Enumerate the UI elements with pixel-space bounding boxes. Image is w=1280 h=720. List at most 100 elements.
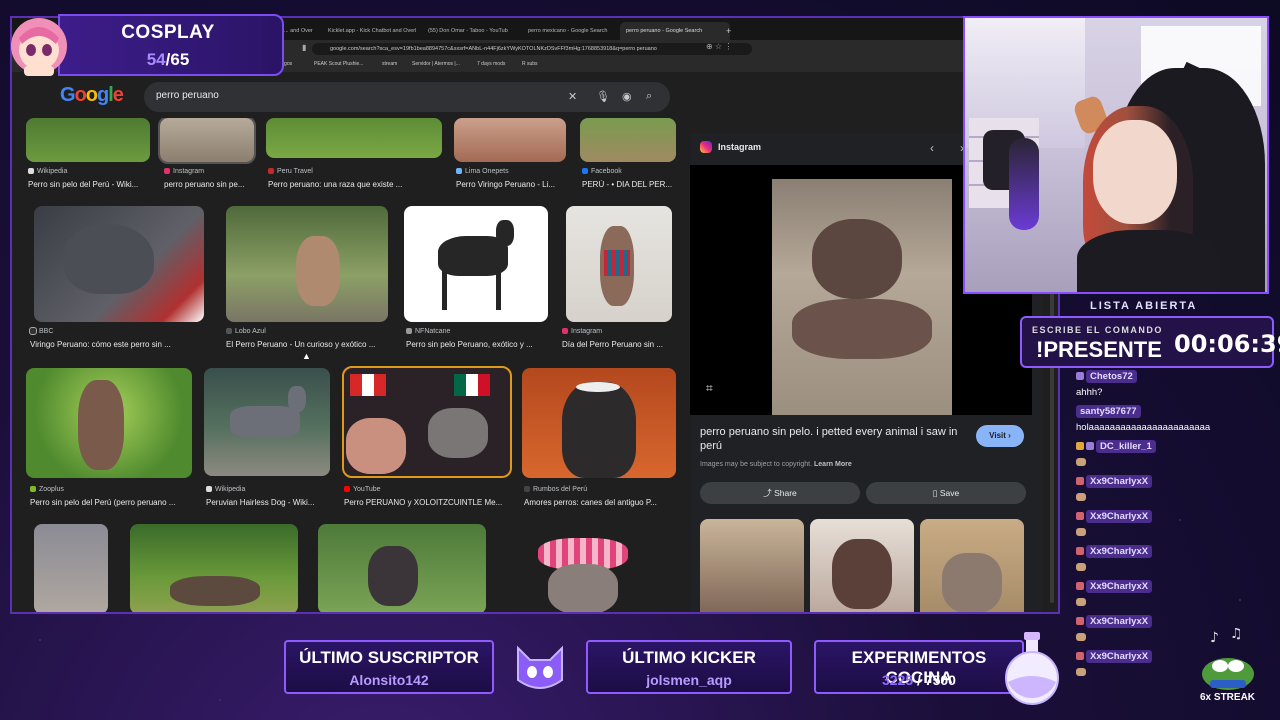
svg-text:♫: ♫: [1230, 628, 1243, 642]
chat-username: Xx9CharlyxX: [1086, 510, 1153, 523]
search-input[interactable]: perro peruano ✕ 🎙 ◉ ⌕: [144, 82, 670, 112]
result-image[interactable]: [454, 118, 566, 162]
result-source: Instagram: [164, 168, 204, 175]
result-image[interactable]: [26, 118, 150, 162]
result-title[interactable]: Perro PERUANO y XOLOITZCUINTLE Me...: [344, 498, 519, 507]
browser-tab[interactable]: perro mexicano - Google Search: [522, 22, 629, 40]
visit-button[interactable]: Visit ›: [976, 425, 1024, 447]
instagram-icon: [700, 141, 712, 153]
browser-tab[interactable]: Kicklet.app - Kick Chatbot and Overl: [322, 22, 429, 40]
logo-letter: o: [85, 84, 98, 106]
result-image[interactable]: [34, 206, 204, 322]
google-logo[interactable]: Google: [60, 84, 124, 107]
result-title[interactable]: Perro sin pelo del Perú (perro peruano .…: [30, 498, 205, 507]
result-image[interactable]: [34, 524, 108, 612]
extensions-icons[interactable]: ⊕ ☆ ⋮: [706, 42, 732, 51]
related-image[interactable]: [810, 519, 914, 612]
browser-tab-active[interactable]: perro peruano - Google Search: [620, 22, 730, 40]
potion-flask-icon: [1005, 632, 1059, 705]
result-title[interactable]: Perro Viringo Peruano - Li...: [456, 180, 568, 189]
result-title[interactable]: El Perro Peruano - Un curioso y exótico …: [226, 340, 401, 349]
command-box: ESCRIBE EL COMANDO !PRESENTE 00:06:39: [1020, 316, 1280, 368]
result-image[interactable]: [404, 206, 548, 322]
result-title[interactable]: perro peruano sin pe...: [164, 180, 254, 189]
result-image[interactable]: [130, 524, 298, 612]
result-title[interactable]: Amores perros: canes del antiguo P...: [524, 498, 674, 507]
address-bar[interactable]: google.com/search?sca_esv=19fb1bea889475…: [312, 43, 752, 55]
result-image[interactable]: [522, 368, 676, 478]
search-query[interactable]: perro peruano: [156, 90, 219, 101]
result-image[interactable]: [580, 118, 676, 162]
result-image[interactable]: [504, 524, 674, 612]
voice-search-icon[interactable]: 🎙: [596, 90, 610, 103]
chat-username: Xx9CharlyxX: [1086, 545, 1153, 558]
streak-widget: ♪ ♫ 6x STREAK: [1196, 626, 1266, 708]
emote-icon: [1076, 528, 1086, 536]
bookmark-item[interactable]: R subs: [522, 61, 538, 67]
chat-emote: [1076, 598, 1086, 609]
result-title[interactable]: Viringo Peruano: cómo este perro sin ...: [30, 340, 205, 349]
last-subscriber-panel: ÚLTIMO SUSCRIPTOR Alonsito142: [284, 640, 494, 694]
share-icon: ⤴: [763, 488, 775, 498]
chat-message: Xx9CharlyxX: [1076, 475, 1153, 488]
clear-icon[interactable]: ✕: [568, 90, 577, 103]
result-image[interactable]: [342, 366, 512, 478]
timer: 00:06:39: [1174, 330, 1280, 358]
bookmark-item[interactable]: Servidor | Atermos |...: [412, 61, 460, 67]
chat-emote: [1076, 563, 1086, 574]
search-icon[interactable]: ⌕: [646, 90, 652, 103]
new-tab-icon[interactable]: +: [720, 22, 742, 40]
chat-username: santy587677: [1076, 405, 1141, 418]
logo-letter: G: [60, 84, 76, 106]
result-title[interactable]: Peruvian Hairless Dog - Wiki...: [206, 498, 336, 507]
chat-emote: [1076, 458, 1086, 469]
result-title[interactable]: PERÚ - • DIA DEL PER...: [582, 180, 678, 189]
chat-username: Xx9CharlyxX: [1086, 580, 1153, 593]
result-image[interactable]: [226, 206, 388, 322]
logo-letter: e: [112, 84, 124, 106]
chat-message: DC_killer_1: [1076, 440, 1156, 453]
result-source: Wikipedia: [28, 168, 67, 175]
chat-text: ahhh?: [1076, 387, 1103, 398]
bookmark-item[interactable]: PEAK Scout Plushie...: [314, 61, 363, 67]
preview-caption[interactable]: perro peruano sin pelo. i petted every a…: [700, 425, 970, 453]
result-title[interactable]: Perro peruano: una raza que existe ...: [268, 180, 443, 189]
bookmark-icon[interactable]: ▮: [302, 43, 306, 52]
lens-icon[interactable]: ◉: [622, 90, 632, 103]
result-image[interactable]: [266, 118, 442, 158]
result-image[interactable]: [158, 118, 256, 164]
related-image[interactable]: [920, 519, 1024, 612]
share-button[interactable]: ⤴ Share: [700, 482, 860, 504]
command-text: !PRESENTE: [1036, 337, 1162, 362]
badge-icon: [1076, 442, 1084, 450]
result-image[interactable]: [26, 368, 192, 478]
chat-username: DC_killer_1: [1096, 440, 1156, 453]
logo-letter: o: [74, 84, 87, 106]
bookmark-item[interactable]: 7 days mods: [477, 61, 505, 67]
chat-emote: [1076, 668, 1086, 679]
browser-tab[interactable]: (55) Don Omar - Taboo - YouTub: [422, 22, 529, 40]
panel-source[interactable]: Instagram: [700, 141, 761, 153]
result-image[interactable]: [204, 368, 330, 476]
emote-icon: [1076, 598, 1086, 606]
result-image[interactable]: [566, 206, 672, 322]
chat-emote: [1076, 633, 1086, 644]
bookmark-item[interactable]: stream: [382, 61, 397, 67]
cosplay-total: /65: [165, 50, 190, 69]
webcam-feed: [963, 16, 1269, 294]
result-source: Instagram: [562, 328, 602, 335]
image-results-grid: Wikipedia Perro sin pelo del Perú - Wiki…: [12, 118, 688, 612]
learn-more-link[interactable]: Learn More: [814, 461, 852, 468]
result-image[interactable]: [318, 524, 486, 612]
previous-icon[interactable]: ‹: [930, 141, 934, 155]
result-title[interactable]: Día del Perro Peruano sin ...: [562, 340, 677, 349]
mouse-cursor-icon: ▲: [302, 351, 311, 361]
panel-heading: ÚLTIMO KICKER: [622, 648, 756, 667]
related-image[interactable]: [700, 519, 804, 612]
panel-value: Alonsito142: [349, 672, 429, 688]
cosplay-count: 54/65: [58, 50, 278, 70]
lens-icon[interactable]: ⌗: [706, 381, 713, 396]
result-title[interactable]: Perro sin pelo Peruano, exótico y ...: [406, 340, 551, 349]
chat-username: Chetos72: [1086, 370, 1137, 383]
save-button[interactable]: ▯ Save: [866, 482, 1026, 504]
